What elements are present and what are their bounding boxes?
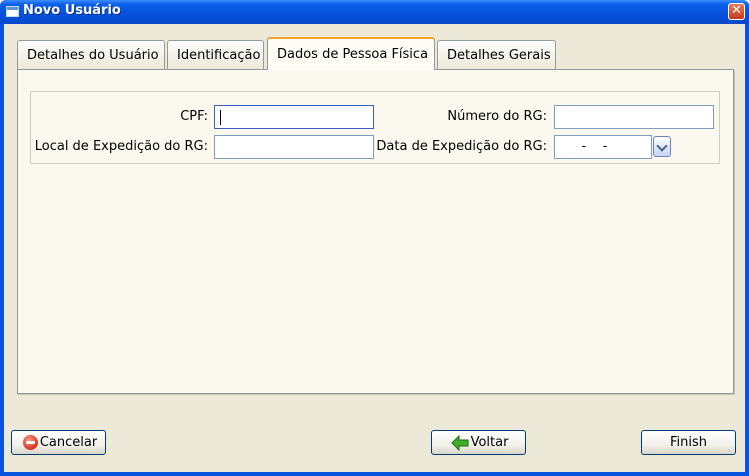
tab-detalhes-usuario[interactable]: Detalhes do Usuário bbox=[17, 40, 165, 69]
tab-label: Identificação bbox=[177, 48, 261, 63]
back-button[interactable]: Voltar bbox=[431, 430, 526, 455]
rg-date-input[interactable]: - - bbox=[554, 135, 652, 159]
rg-date-label: Data de Expedição do RG: bbox=[376, 139, 547, 154]
rg-issuer-label: Local de Expedição do RG: bbox=[34, 139, 208, 154]
tab-identificacao[interactable]: Identificação bbox=[167, 40, 264, 69]
cancel-button[interactable]: Cancelar bbox=[11, 430, 106, 455]
window-title: Novo Usuário bbox=[23, 3, 121, 18]
rg-issuer-input[interactable] bbox=[214, 135, 374, 159]
title-bar[interactable]: Novo Usuário ✕ bbox=[0, 0, 749, 24]
arrow-left-icon bbox=[451, 435, 469, 451]
cancel-icon bbox=[23, 435, 38, 450]
tab-label: Dados de Pessoa Física bbox=[277, 47, 429, 62]
cpf-input[interactable] bbox=[214, 105, 374, 129]
tab-label: Detalhes Gerais bbox=[447, 48, 551, 63]
date-picker-button[interactable] bbox=[653, 136, 671, 157]
form-group: CPF: Número do RG: Local de Expedição do… bbox=[30, 91, 720, 164]
finish-label: Finish bbox=[669, 435, 707, 450]
window-icon bbox=[6, 6, 19, 17]
tab-dados-pessoa-fisica[interactable]: Dados de Pessoa Física bbox=[267, 37, 435, 70]
tab-label: Detalhes do Usuário bbox=[27, 48, 159, 63]
cpf-label: CPF: bbox=[180, 109, 208, 124]
rg-number-label: Número do RG: bbox=[447, 109, 547, 124]
close-icon: ✕ bbox=[731, 3, 742, 18]
tab-panel: CPF: Número do RG: Local de Expedição do… bbox=[17, 69, 734, 394]
rg-number-input[interactable] bbox=[554, 105, 714, 129]
finish-button[interactable]: Finish bbox=[641, 430, 736, 455]
chevron-down-icon bbox=[656, 140, 668, 152]
text-caret bbox=[220, 110, 221, 125]
close-button[interactable]: ✕ bbox=[728, 3, 745, 20]
tab-detalhes-gerais[interactable]: Detalhes Gerais bbox=[437, 40, 556, 69]
